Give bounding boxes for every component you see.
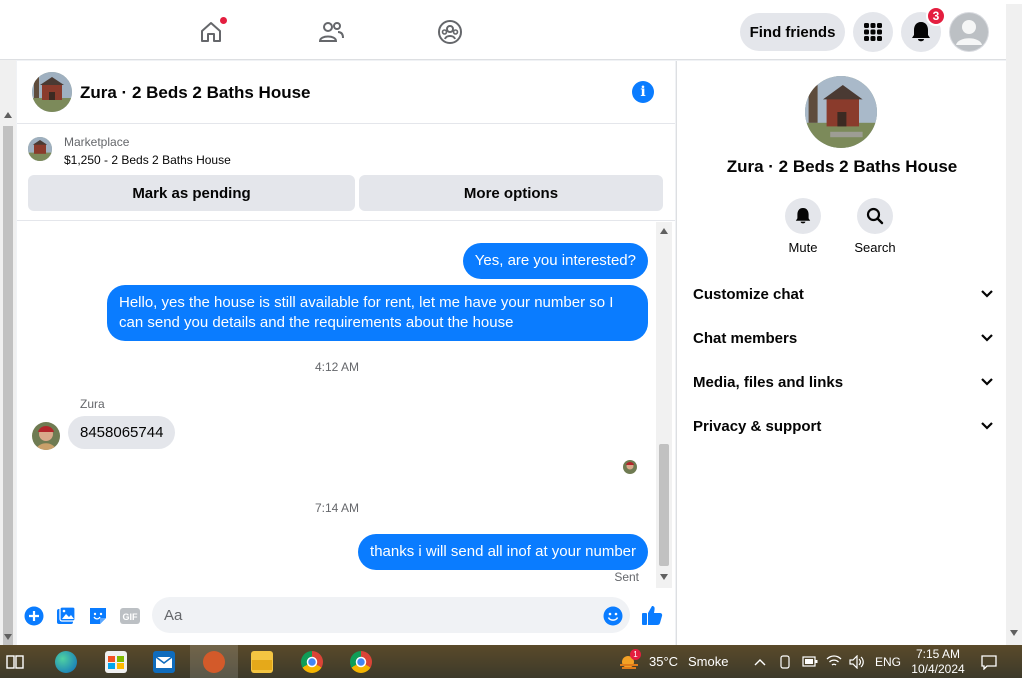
chat-title[interactable]: Zura · 2 Beds 2 Baths House	[80, 83, 311, 103]
task-view-icon[interactable]	[6, 654, 24, 675]
read-receipt-avatar	[623, 460, 637, 474]
weather-widget[interactable]: 1 35°C Smoke	[618, 649, 738, 674]
clock-date: 10/4/2024	[911, 662, 965, 676]
groups-icon[interactable]	[430, 12, 470, 52]
gif-icon[interactable]: GIF	[119, 605, 141, 627]
chat-window: Zura · 2 Beds 2 Baths House i Marketplac…	[17, 61, 675, 645]
chrome-profile-icon[interactable]	[350, 651, 372, 673]
mark-as-pending-button[interactable]: Mark as pending	[28, 175, 355, 211]
mail-icon[interactable]	[153, 651, 175, 673]
message-status: Sent	[614, 570, 639, 584]
message-timestamp: 4:12 AM	[314, 360, 360, 374]
search-action[interactable]: Search	[845, 198, 905, 255]
message-timestamp: 7:14 AM	[314, 501, 360, 515]
weather-description: Smoke	[688, 654, 729, 669]
battery-icon[interactable]	[802, 656, 818, 667]
search-icon	[866, 207, 884, 225]
more-options-button[interactable]: More options	[359, 175, 663, 211]
message-list: Yes, are you interested? Hello, yes the …	[17, 222, 657, 588]
marketplace-label: Marketplace	[64, 135, 130, 149]
plus-icon[interactable]	[23, 605, 45, 627]
chevron-down-icon	[981, 290, 993, 298]
weather-temperature: 35°C	[649, 654, 679, 669]
notification-center-icon[interactable]	[981, 655, 997, 670]
chevron-up-icon[interactable]	[754, 658, 766, 666]
user-icon	[950, 13, 988, 51]
svg-text:GIF: GIF	[123, 612, 139, 622]
store-icon[interactable]	[105, 651, 127, 673]
chevron-down-icon	[981, 378, 993, 386]
section-label: Privacy & support	[693, 417, 822, 435]
message-scrollbar-thumb[interactable]	[659, 444, 669, 566]
listing-profile-photo[interactable]	[805, 76, 877, 148]
page-scrollbar[interactable]	[0, 60, 16, 650]
edge-browser-icon[interactable]	[55, 651, 77, 673]
speaker-icon[interactable]	[849, 655, 865, 669]
account-avatar[interactable]	[949, 12, 989, 52]
chat-header: Zura · 2 Beds 2 Baths House i	[17, 61, 675, 124]
section-label: Customize chat	[693, 285, 804, 303]
message-bubble-outgoing[interactable]: Yes, are you interested?	[462, 243, 648, 279]
find-friends-button[interactable]: Find friends	[740, 13, 845, 51]
notification-badge: 3	[926, 6, 946, 26]
file-explorer-icon[interactable]	[251, 651, 273, 673]
clock-time: 7:15 AM	[915, 647, 961, 661]
section-label: Media, files and links	[693, 373, 844, 391]
message-bubble-outgoing[interactable]: Hello, yes the house is still available …	[107, 285, 648, 341]
page-scrollbar-thumb[interactable]	[3, 126, 13, 650]
menu-grid-button[interactable]	[853, 12, 893, 52]
top-navigation-bar: Find friends 3	[0, 0, 1022, 60]
chevron-down-icon	[981, 422, 993, 430]
thumbs-up-icon[interactable]	[641, 604, 663, 626]
profile-name: Zura · 2 Beds 2 Baths House	[726, 157, 958, 176]
chevron-down-icon	[981, 334, 993, 342]
conversation-details-panel: Zura · 2 Beds 2 Baths House Mute Search …	[676, 61, 1006, 645]
mute-label: Mute	[788, 240, 818, 255]
home-icon[interactable]	[191, 12, 231, 52]
info-icon[interactable]: i	[632, 81, 654, 103]
listing-avatar[interactable]	[32, 72, 72, 112]
meet-now-icon[interactable]	[778, 655, 792, 669]
section-media-files-links[interactable]: Media, files and links	[693, 360, 993, 404]
photo-icon[interactable]	[55, 605, 77, 627]
listing-price-title[interactable]: $1,250 - 2 Beds 2 Baths House	[64, 153, 231, 167]
browser-scrollbar[interactable]	[1006, 4, 1022, 645]
sender-name: Zura	[80, 397, 105, 411]
bell-icon	[795, 208, 811, 224]
sender-avatar[interactable]	[32, 422, 60, 450]
section-privacy-support[interactable]: Privacy & support	[693, 404, 993, 448]
mute-action[interactable]: Mute	[773, 198, 833, 255]
chrome-icon[interactable]	[301, 651, 323, 673]
home-notification-dot	[220, 17, 227, 24]
windows-taskbar: 1 35°C Smoke ENG 7:15 AM 10/4/2024	[0, 645, 1022, 678]
sticker-icon[interactable]	[87, 605, 109, 627]
grid-icon	[864, 23, 882, 41]
bell-icon	[912, 22, 930, 42]
message-composer: GIF	[17, 591, 675, 641]
message-scrollbar[interactable]	[656, 222, 672, 588]
friends-icon[interactable]	[311, 12, 351, 52]
weather-badge: 1	[630, 649, 641, 660]
emoji-icon[interactable]	[602, 605, 624, 627]
wifi-icon[interactable]	[826, 654, 842, 668]
language-indicator[interactable]: ENG	[875, 655, 901, 669]
section-label: Chat members	[693, 329, 798, 347]
search-label: Search	[854, 240, 896, 255]
message-bubble-outgoing[interactable]: thanks i will send all inof at your numb…	[358, 534, 648, 570]
section-customize-chat[interactable]: Customize chat	[693, 272, 993, 316]
clock[interactable]: 7:15 AM 10/4/2024	[906, 647, 970, 677]
section-chat-members[interactable]: Chat members	[693, 316, 993, 360]
message-bubble-incoming[interactable]: 8458065744	[68, 416, 176, 449]
app-icon[interactable]	[203, 651, 225, 673]
message-input[interactable]	[152, 597, 630, 633]
marketplace-panel: Marketplace $1,250 - 2 Beds 2 Baths Hous…	[17, 125, 675, 221]
listing-thumbnail[interactable]	[28, 137, 52, 161]
